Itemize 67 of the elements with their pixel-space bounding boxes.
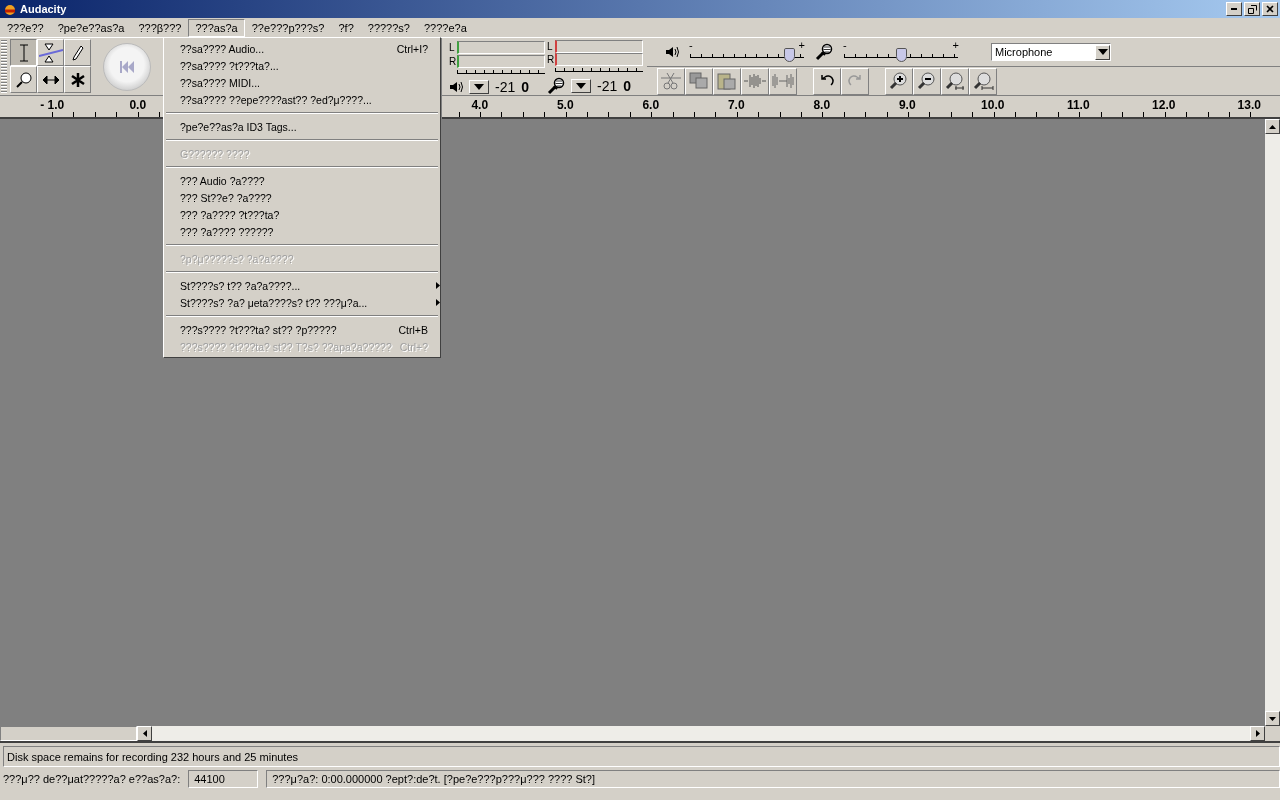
menu-entry-label: ??? Audio ?a???? [180, 174, 266, 187]
ruler-label: 4.0 [470, 97, 490, 114]
ruler-label: 5.0 [555, 97, 575, 114]
menu-item[interactable]: ???e?? [0, 18, 51, 37]
menu-item[interactable]: ??e???p???s? [244, 18, 332, 37]
meter-scale-label: -21 [597, 78, 618, 94]
menu-entry[interactable]: ??sa???? Audio... Ctrl+I? [164, 40, 440, 57]
menu-item[interactable]: ?pe?e??as?a [50, 18, 132, 37]
meter-scale-label: 0 [521, 79, 530, 95]
menu-entry-label: St????s? t?? ?a?a????... [180, 279, 302, 292]
slider-min-label: - [689, 39, 693, 51]
ruler-label: 10.0 [980, 97, 1006, 114]
channel-label: L [547, 41, 554, 53]
status-message: Disk space remains for recording 232 hours and 25 minutes [3, 746, 1280, 767]
menu-entry[interactable]: St????s? t?? ?a?a????... [164, 277, 440, 294]
slider-max-label: + [952, 39, 959, 51]
menu-entry[interactable]: ??sa???? ?t???ta?... [164, 57, 440, 74]
menu-entry[interactable]: ??sa???? MIDI... [164, 74, 440, 91]
channel-label: R [547, 54, 555, 66]
input-source-dropdown[interactable]: Microphone [991, 43, 1111, 61]
menu-entry-label: ??sa???? MIDI... [180, 76, 261, 89]
menu-item[interactable]: ?????s? [360, 18, 417, 37]
channel-label: R [449, 55, 457, 67]
ruler-label: 9.0 [897, 97, 917, 114]
shortcut-label: Ctrl+B [398, 323, 428, 336]
ruler-label: 12.0 [1151, 97, 1177, 114]
meter-scale-label: 0 [623, 78, 632, 94]
menu-item[interactable]: ????e?a [417, 18, 474, 37]
menu-entry-label: ??sa???? ??epe????ast?? ?ed?μ????... [180, 93, 373, 106]
menu-item[interactable]: ???as?a [188, 18, 245, 37]
channel-label: L [449, 41, 456, 53]
ruler-label: 13.0 [1236, 97, 1262, 114]
menu-entry[interactable]: ??? ?a???? ?????? [164, 223, 440, 240]
ruler-label: 8.0 [812, 97, 832, 114]
ruler-label: 6.0 [641, 97, 661, 114]
menu-entry-label: ??? ?a???? ?t???ta? [180, 208, 281, 221]
ruler-label: 0.0 [128, 97, 148, 114]
slider-max-label: + [798, 39, 805, 51]
menu-item[interactable]: ?f? [331, 18, 361, 37]
volume-slider[interactable]: - + [841, 41, 961, 63]
slider-min-label: - [843, 39, 847, 51]
menu-entry[interactable]: ??? ?a???? ?t???ta? [164, 206, 440, 223]
ruler-label: 7.0 [726, 97, 746, 114]
menu-entry-label: St????s? ?a? μeta????s? t?? ???μ?a... [180, 296, 369, 309]
rate-field[interactable]: 44100 [188, 770, 259, 788]
menu-entry-label: ?pe?e??as?a ID3 Tags... [180, 120, 298, 133]
meter-scale-label: -21 [495, 79, 516, 95]
menu-entry[interactable]: ???s???? ?t???ta? st?? ?p????? Ctrl+B [164, 321, 440, 338]
ruler-label: - 1.0 [39, 97, 66, 114]
menu-entry[interactable]: ?pe?e??as?a ID3 Tags... [164, 118, 440, 135]
menu-entry-label: ??? St??e? ?a???? [180, 191, 273, 204]
menu-entry[interactable]: ??? Audio ?a???? [164, 172, 440, 189]
rate-label: ???μ?? de??μat?????a? e??as?a?: [3, 773, 181, 785]
shortcut-label: Ctrl+I? [396, 42, 428, 55]
selection-info: ???μ?a?: 0:00.000000 ?ept?:de?t. [?pe?e???p???μ??? ???? St?] [266, 770, 1280, 788]
menu-entry-label: ???s???? ?t???ta? st?? ?p????? [180, 323, 338, 336]
menu-entry[interactable]: ??sa???? ??epe????ast?? ?ed?μ????... [164, 91, 440, 108]
volume-slider[interactable]: - + [687, 41, 807, 63]
menu-item[interactable]: ???β??? [131, 18, 189, 37]
dropdown-value: Microphone [994, 46, 1054, 58]
window-title: Audacity [20, 3, 68, 15]
menu-entry[interactable]: ??? St??e? ?a???? [164, 189, 440, 206]
menu-entry[interactable]: St????s? ?a? μeta????s? t?? ???μ?a... [164, 294, 440, 311]
menu-entry-label: ??sa???? Audio... [180, 42, 266, 55]
menu-entry-label: ??sa???? ?t???ta?... [180, 59, 280, 72]
menu-entry-label: ??? ?a???? ?????? [180, 225, 275, 238]
ruler-label: 11.0 [1065, 97, 1091, 114]
